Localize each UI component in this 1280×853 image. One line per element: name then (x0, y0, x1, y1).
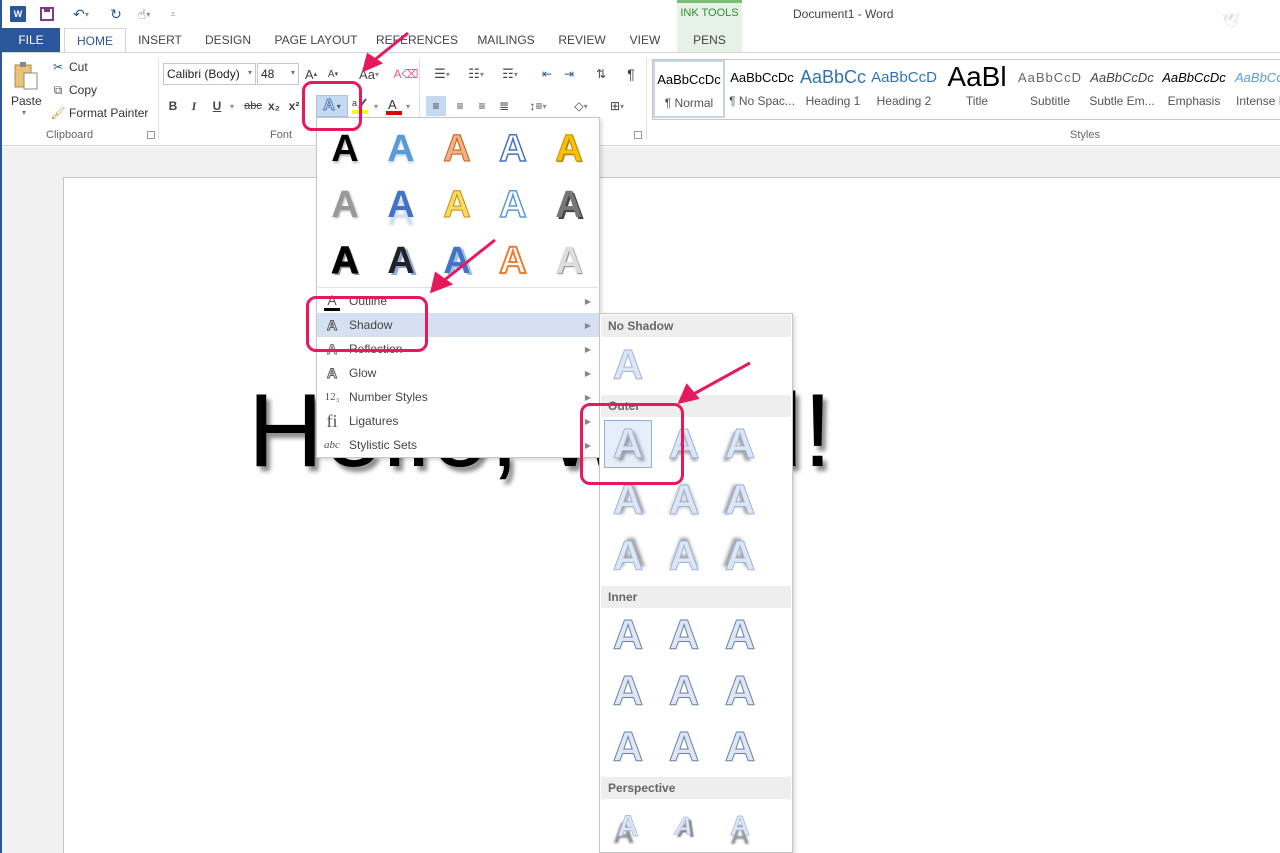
annotation-arrow-head (677, 383, 700, 405)
annotation-arrows (361, 31, 751, 405)
annotation-arrow (371, 31, 409, 64)
annotation-arrow (689, 361, 751, 398)
annotation-arrow (441, 238, 496, 284)
